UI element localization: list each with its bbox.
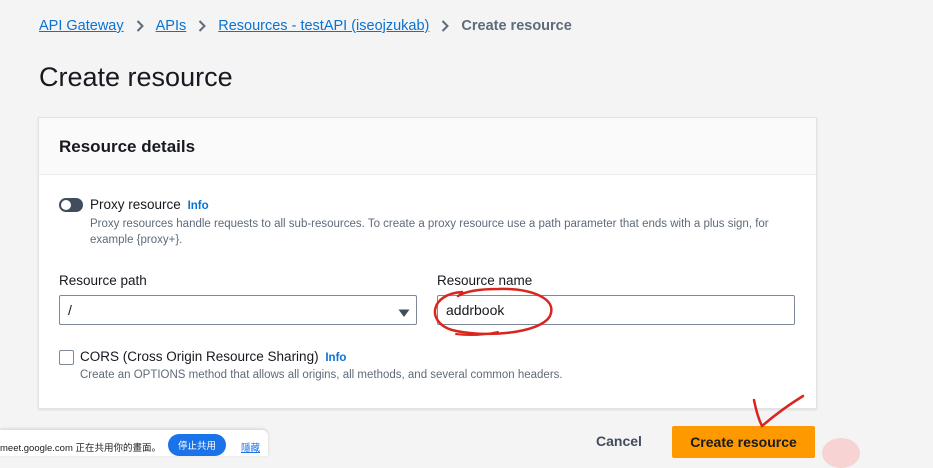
stop-sharing-button[interactable]: 停止共用 (168, 434, 227, 456)
resource-name-input[interactable] (437, 295, 795, 325)
screen-share-bar: meet.google.com 正在共用你的畫面。 停止共用 隱藏 (0, 430, 268, 456)
proxy-info-link[interactable]: Info (188, 200, 209, 212)
cancel-button[interactable]: Cancel (588, 429, 650, 453)
screen-share-text: meet.google.com 正在共用你的畫面。 (0, 443, 162, 454)
resource-path-select[interactable]: / (59, 295, 417, 325)
chevron-right-icon (198, 20, 207, 32)
toggle-knob (61, 200, 71, 210)
proxy-resource-text: Proxy resource (90, 197, 181, 212)
cors-checkbox[interactable] (59, 350, 74, 365)
resource-details-panel: Resource details Proxy resource Info Pro… (38, 117, 817, 409)
chevron-right-icon (441, 20, 450, 32)
proxy-resource-description: Proxy resources handle requests to all s… (90, 218, 769, 246)
proxy-resource-label: Proxy resource Info (90, 197, 209, 212)
cors-text: CORS (Cross Origin Resource Sharing) (80, 349, 319, 364)
panel-title: Resource details (59, 137, 196, 156)
caret-down-icon (398, 305, 410, 323)
hide-link[interactable]: 隱藏 (241, 440, 260, 454)
resource-name-label: Resource name (437, 273, 533, 288)
page-title: Create resource (39, 62, 233, 92)
breadcrumb-current: Create resource (461, 18, 572, 34)
breadcrumb-resources[interactable]: Resources - testAPI (iseojzukab) (218, 18, 429, 34)
cors-description: Create an OPTIONS method that allows all… (80, 369, 563, 381)
resource-path-label: Resource path (59, 273, 147, 288)
panel-header: Resource details (39, 118, 816, 175)
breadcrumb-api-gateway[interactable]: API Gateway (39, 18, 124, 34)
cors-label: CORS (Cross Origin Resource Sharing) Inf… (80, 349, 346, 364)
resource-path-value: / (68, 302, 72, 318)
overlay-badge-icon (822, 438, 860, 468)
chevron-right-icon (136, 20, 144, 32)
cors-info-link[interactable]: Info (325, 352, 346, 364)
breadcrumb-apis[interactable]: APIs (156, 18, 187, 34)
proxy-resource-toggle[interactable] (59, 198, 83, 212)
breadcrumb: API Gateway APIs Resources - testAPI (is… (39, 18, 572, 34)
create-resource-button[interactable]: Create resource (672, 426, 815, 458)
